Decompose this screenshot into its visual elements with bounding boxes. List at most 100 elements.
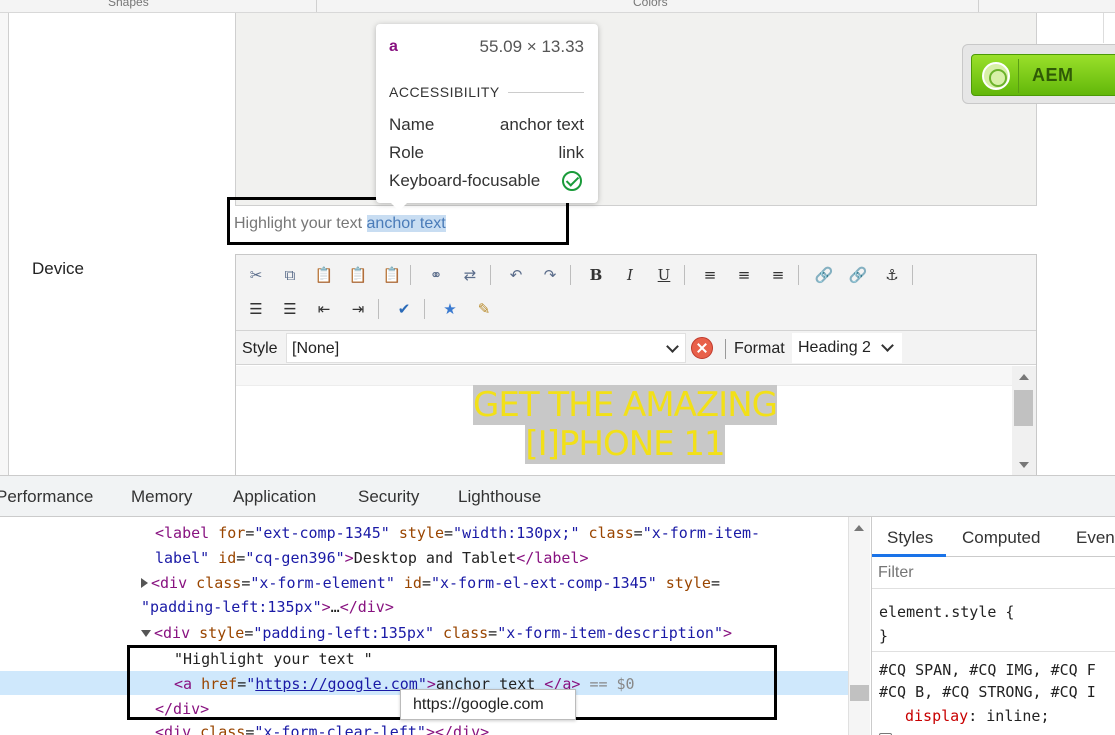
rte-toolbar: ✂ ⧉ 📋 📋 📋 ⚭ ⇄ ↶ ↷ B I U ≡ ≡ ≡ 🔗 🔗 ⚓ ☰ ☰ … [236, 255, 1036, 331]
clear-style-icon[interactable] [691, 337, 713, 359]
top-strip: Shapes Colors [0, 0, 1115, 13]
scroll-thumb[interactable] [1014, 390, 1033, 426]
collapse-arrow-icon[interactable] [141, 630, 151, 637]
headline-line-2: [I]PHONE 11 [525, 424, 726, 464]
headline-line-1: GET THE AMAZING [473, 385, 778, 425]
aem-button-face[interactable]: AEM [971, 54, 1115, 96]
tab-memory[interactable]: Memory [131, 487, 192, 507]
cut-icon[interactable]: ✂ [246, 265, 266, 285]
shapes-header: Shapes [108, 0, 149, 9]
rule-close-brace: } [879, 627, 889, 645]
scroll-thumb[interactable] [850, 685, 869, 701]
outdent-icon[interactable]: ⇤ [314, 299, 334, 319]
tab-security[interactable]: Security [358, 487, 419, 507]
css-declaration[interactable]: display: inline; [905, 705, 1050, 727]
link-icon[interactable]: 🔗 [814, 265, 834, 285]
expand-arrow-icon[interactable] [141, 578, 148, 588]
divider [490, 265, 491, 285]
divider [424, 299, 425, 319]
filter-bar [872, 557, 1115, 589]
rte-content-area[interactable]: GET THE AMAZING [I]PHONE 11 [236, 366, 1036, 475]
element-style-rule[interactable]: element.style { [879, 601, 1014, 623]
paste-text-icon[interactable]: 📋 [348, 265, 368, 285]
style-value: [None] [292, 340, 340, 357]
align-right-icon[interactable]: ≡ [768, 265, 788, 285]
rule-selector[interactable]: #CQ SPAN, #CQ IMG, #CQ F [879, 659, 1096, 681]
format-value: Heading 2 [798, 339, 871, 356]
headline: GET THE AMAZING [I]PHONE 11 [458, 385, 792, 464]
style-dropdown[interactable]: [None] [286, 333, 686, 363]
bold-icon[interactable]: B [586, 265, 606, 285]
tab-performance[interactable]: Performance [0, 487, 93, 507]
preview-area [235, 13, 1037, 206]
styles-tabbar: Styles Computed Event [872, 517, 1115, 557]
divider [508, 92, 584, 93]
paste-icon[interactable]: 📋 [314, 265, 334, 285]
anchor-icon[interactable]: ⚓ [882, 265, 902, 285]
tooltip-arrow [389, 201, 409, 211]
code-line[interactable]: "padding-left:135px">…</div> [141, 596, 394, 618]
style-format-row: Style [None] Format Heading 2 [236, 331, 1036, 365]
divider [798, 265, 799, 285]
align-center-icon[interactable]: ≡ [734, 265, 754, 285]
tab-styles[interactable]: Styles [887, 528, 933, 548]
tab-event-listeners[interactable]: Event [1076, 528, 1115, 548]
tab-lighthouse[interactable]: Lighthouse [458, 487, 541, 507]
divider [1018, 59, 1019, 93]
format-dropdown[interactable]: Heading 2 [792, 333, 902, 363]
aem-button[interactable]: AEM [962, 44, 1115, 104]
aem-dialog-page: Shapes Colors AEM Highlight your text an… [0, 0, 1115, 475]
scroll-down-icon[interactable] [1019, 462, 1029, 468]
bullet-list-icon[interactable]: ☰ [246, 299, 266, 319]
code-line[interactable]: <label for="ext-comp-1345" style="width:… [155, 522, 760, 544]
indent-icon[interactable]: ⇥ [348, 299, 368, 319]
format-label: Format [734, 340, 785, 357]
colors-header: Colors [633, 0, 668, 9]
divider [410, 265, 411, 285]
content-top-fade [236, 366, 1012, 386]
filter-input[interactable] [878, 562, 1108, 584]
aem-button-label: AEM [1032, 65, 1074, 85]
scroll-up-icon[interactable] [1019, 374, 1029, 380]
divider [725, 339, 726, 359]
devtools-tabbar: Performance Memory Application Security … [0, 476, 1115, 517]
tooltip-section-title: ACCESSIBILITY [389, 84, 500, 100]
undo-icon[interactable]: ↶ [506, 265, 526, 285]
rule-selector[interactable]: #CQ B, #CQ STRONG, #CQ I [879, 681, 1096, 703]
scroll-up-icon[interactable] [854, 525, 864, 531]
tooltip-name-value: anchor text [499, 115, 584, 134]
divider [570, 265, 571, 285]
italic-icon[interactable]: I [620, 265, 640, 285]
elements-scrollbar[interactable] [848, 517, 870, 735]
tooltip-size: 55.09 × 13.33 [479, 37, 584, 56]
replace-icon[interactable]: ⇄ [460, 265, 480, 285]
underline-icon[interactable]: U [654, 265, 674, 285]
paste-word-icon[interactable]: 📋 [382, 265, 402, 285]
styles-pane: Styles Computed Event element.style { } … [871, 517, 1115, 735]
tooltip-role-key: Role [389, 143, 424, 162]
divider [912, 265, 913, 285]
divider [1103, 13, 1104, 43]
strip-divider [316, 0, 317, 12]
content-scrollbar[interactable] [1012, 366, 1036, 475]
code-line[interactable]: <div class="x-form-element" id="x-form-e… [141, 572, 720, 594]
rich-text-editor[interactable]: ✂ ⧉ 📋 📋 📋 ⚭ ⇄ ↶ ↷ B I U ≡ ≡ ≡ 🔗 🔗 ⚓ ☰ ☰ … [235, 254, 1037, 475]
spellcheck-icon[interactable]: ✔ [394, 299, 414, 319]
code-line[interactable]: label" id="cq-gen396">Desktop and Tablet… [155, 547, 589, 569]
edit-source-icon[interactable]: ✎ [474, 299, 494, 319]
code-line[interactable]: <div class="x-form-clear-left"></div> [155, 721, 489, 735]
find-icon[interactable]: ⚭ [426, 265, 446, 285]
special-char-icon[interactable]: ★ [440, 299, 460, 319]
tab-application[interactable]: Application [233, 487, 316, 507]
unlink-icon[interactable]: 🔗 [848, 265, 868, 285]
code-line[interactable]: <div style="padding-left:135px" class="x… [141, 622, 732, 644]
url-tooltip: https://google.com [400, 689, 576, 720]
tab-computed[interactable]: Computed [962, 528, 1040, 548]
copy-icon[interactable]: ⧉ [280, 265, 300, 285]
redo-icon[interactable]: ↷ [540, 265, 560, 285]
strip-divider [978, 0, 979, 12]
numbered-list-icon[interactable]: ☰ [280, 299, 300, 319]
align-left-icon[interactable]: ≡ [700, 265, 720, 285]
device-label: Device [32, 259, 84, 278]
css-declaration-checkbox[interactable] [879, 728, 898, 735]
